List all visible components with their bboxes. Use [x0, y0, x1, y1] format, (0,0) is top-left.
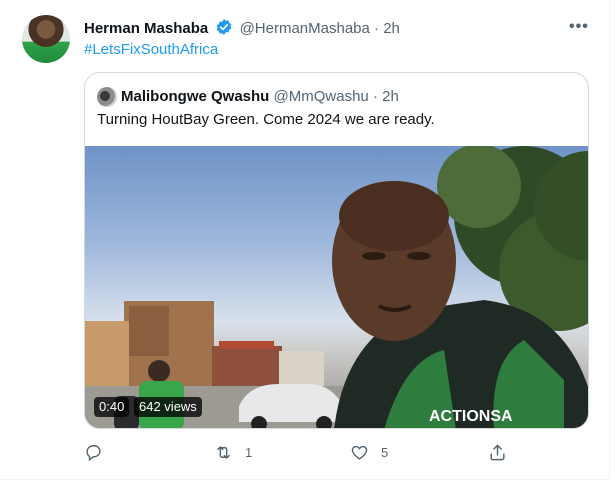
share-button[interactable] [488, 440, 519, 464]
quoted-tweet-text: Turning HoutBay Green. Come 2024 we are … [97, 111, 435, 128]
quoted-separator-dot: · [372, 88, 378, 105]
like-count: 5 [381, 444, 389, 460]
author-avatar[interactable] [22, 15, 70, 63]
shirt-logo-text: ACTIONSA [429, 408, 513, 425]
quoted-tweet[interactable]: Malibongwe Qwashu @MmQwashu · 2h Turning… [84, 72, 589, 429]
separator-dot: · [374, 20, 380, 37]
more-horizontal-icon[interactable]: ••• [569, 19, 591, 35]
author-name[interactable]: Herman Mashaba [84, 20, 208, 37]
tweet-time[interactable]: 2h [383, 20, 400, 37]
video-thumbnail [85, 146, 588, 428]
tweet-header: Herman Mashaba @HermanMashaba · 2h [84, 18, 400, 39]
quoted-tweet-header: Malibongwe Qwashu @MmQwashu · 2h [121, 87, 399, 107]
reply-icon [86, 444, 101, 461]
reply-button[interactable] [84, 440, 115, 464]
share-icon [490, 444, 505, 460]
quoted-tweet-time: 2h [382, 88, 399, 105]
quoted-author-name: Malibongwe Qwashu [121, 88, 270, 105]
quoted-author-handle: @MmQwashu [273, 88, 369, 105]
hashtag-link[interactable]: #LetsFixSouthAfrica [84, 40, 218, 60]
tweet-actions: 1 5 [84, 440, 524, 464]
like-button[interactable]: 5 [350, 440, 388, 464]
video-duration-badge: 0:40 [94, 397, 130, 417]
video-player[interactable]: ACTIONSA 0:40 642 views [85, 146, 588, 428]
retweet-button[interactable]: 1 [214, 440, 252, 464]
retweet-icon [217, 445, 230, 459]
heart-icon [351, 445, 368, 460]
video-views-badge: 642 views [134, 397, 202, 417]
quoted-author-avatar [97, 87, 117, 107]
verified-badge-icon [217, 19, 232, 35]
author-handle[interactable]: @HermanMashaba [240, 20, 370, 37]
retweet-count: 1 [245, 444, 253, 460]
tweet[interactable]: Herman Mashaba @HermanMashaba · 2h ••• #… [0, 0, 610, 480]
